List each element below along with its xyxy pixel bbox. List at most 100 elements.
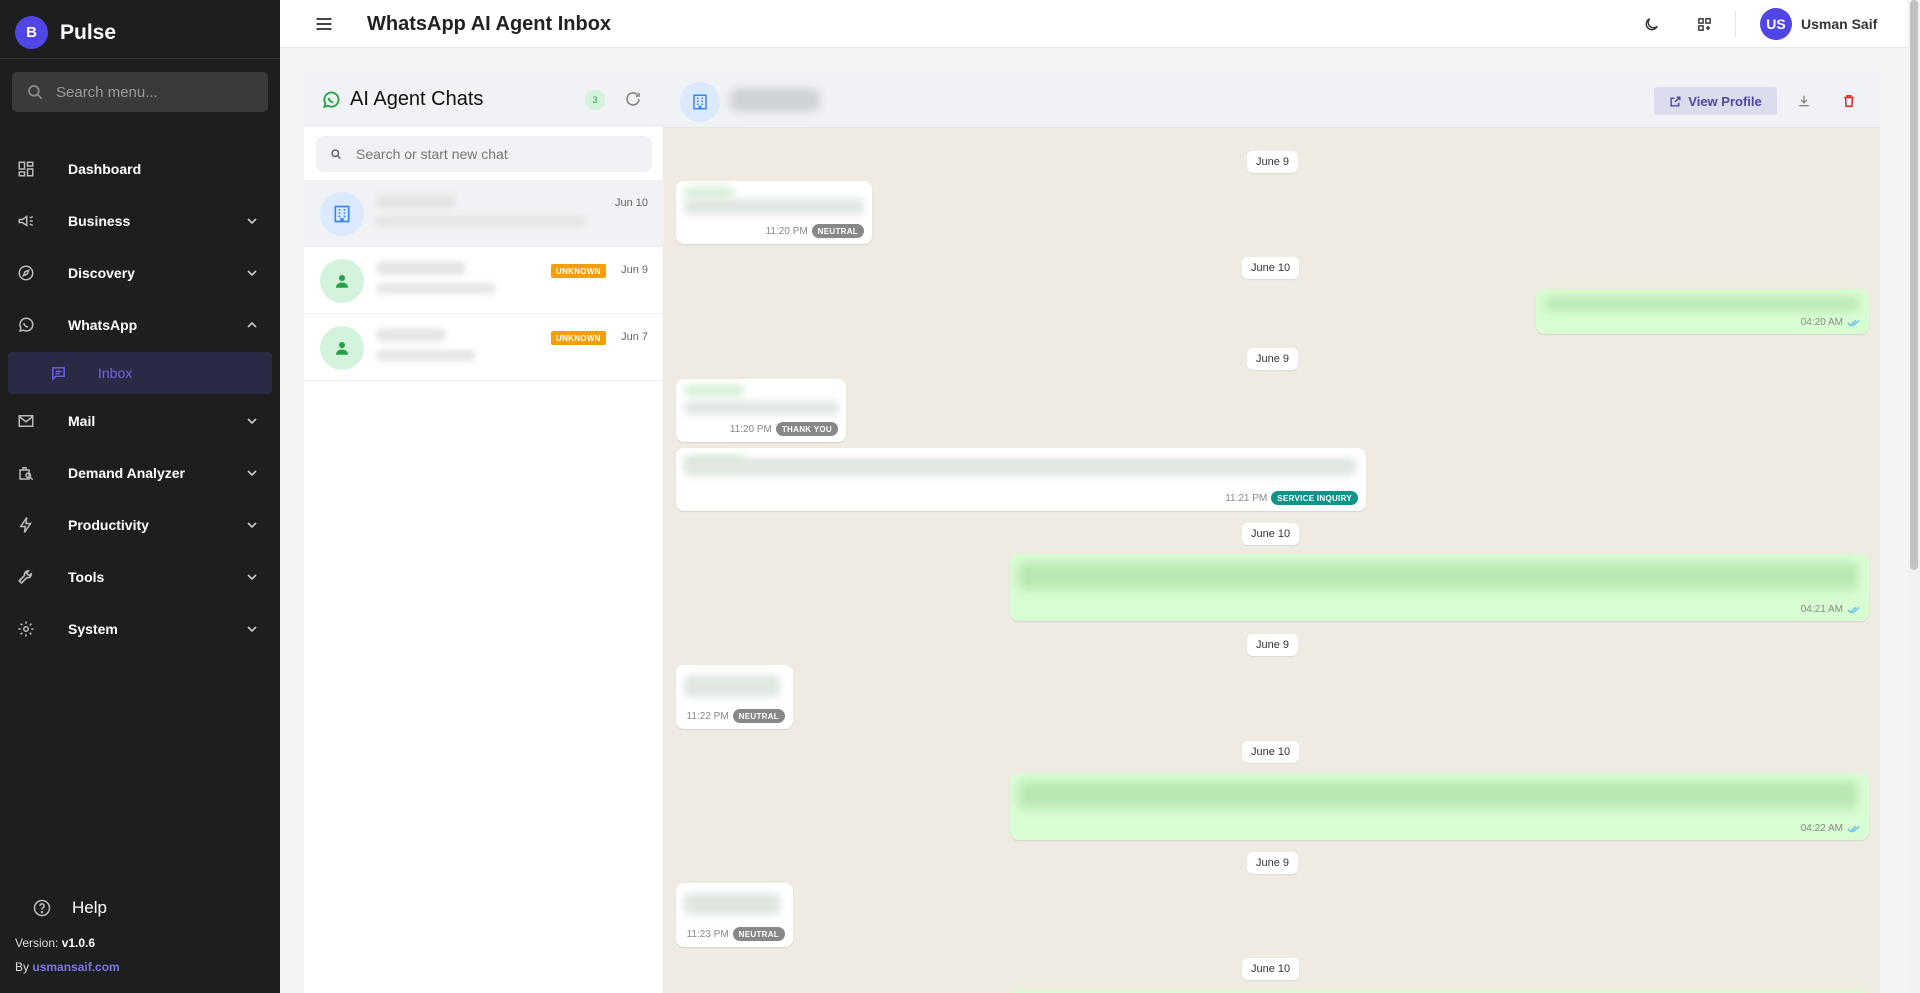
chat-date: Jun 7 [621,331,648,343]
chat-list-panel: AI Agent Chats 3 Jun 10 UNKNOWN Jun 9 UN… [304,72,664,993]
sidebar-item-label: Productivity [68,517,149,533]
sidebar-item-label: WhatsApp [68,317,138,333]
view-profile-button[interactable]: View Profile [1654,87,1777,115]
incoming-message: 11:22 PM NEUTRAL [676,665,793,729]
blurred-message-text [1544,297,1860,311]
by-label: By [15,960,30,974]
date-separator: June 9 [1247,151,1299,173]
date-separator: June 9 [1247,852,1299,874]
chat-list-item[interactable]: UNKNOWN Jun 7 [304,314,664,381]
chat-date: Jun 9 [621,264,648,276]
message-meta: 11:22 PM NEUTRAL [687,709,785,723]
message-meta: 04:20 AM [1801,317,1861,328]
message-time: 04:21 AM [1800,604,1843,615]
chat-search-input[interactable] [356,146,636,162]
sidebar: B Pulse Dashboard Business Discovery Wha… [0,0,280,993]
help-label: Help [72,898,107,917]
date-separator: June 10 [1242,257,1300,279]
help-icon [33,899,51,917]
dark-mode-toggle-icon[interactable] [1641,14,1661,34]
incoming-message: 11:23 PM NEUTRAL [676,883,793,947]
message-meta: 04:22 AM [1801,823,1861,834]
blurred-contact-name [376,194,456,208]
sentiment-tag: NEUTRAL [732,709,785,723]
message-time: 11:21 PM [1225,492,1268,504]
message-time: 11:20 PM [729,423,772,435]
chat-list-title: AI Agent Chats [350,88,484,110]
blurred-message-preview [376,350,476,361]
chevron-down-icon [242,263,262,283]
author-link[interactable]: usmansaif.com [32,960,119,974]
mail-icon [16,411,36,431]
sidebar-item-label: System [68,621,118,637]
top-header: WhatsApp AI Agent Inbox US Usman Saif [280,0,1908,48]
sidebar-item-business[interactable]: Business [0,201,280,241]
delete-icon[interactable] [1840,92,1858,110]
sidebar-item-productivity[interactable]: Productivity [0,505,280,545]
user-name[interactable]: Usman Saif [1801,16,1877,32]
chevron-down-icon [242,515,262,535]
message-time: 11:20 PM [765,225,808,237]
page-scrollbar[interactable] [1908,0,1920,993]
business-avatar[interactable] [680,82,720,122]
whatsapp-icon [16,315,36,335]
contact-avatar [320,259,364,303]
blurred-message-text [684,199,864,215]
double-check-icon [1847,319,1860,327]
sidebar-item-demand-analyzer[interactable]: Demand Analyzer [0,453,280,493]
whatsapp-icon [322,91,340,108]
brand-logo: B [15,16,48,49]
person-icon [336,342,348,355]
search-icon [331,149,342,160]
blurred-contact-name [730,88,820,112]
blurred-message-text [1018,781,1858,809]
incoming-message: 11:21 PM SERVICE INQUIRY [676,448,1366,511]
sidebar-item-tools[interactable]: Tools [0,557,280,597]
sidebar-item-label: Demand Analyzer [68,465,185,481]
sidebar-search[interactable] [12,72,268,112]
byline: By usmansaif.com [15,960,120,974]
apps-grid-icon[interactable] [1694,14,1714,34]
chat-list-header: AI Agent Chats 3 [304,72,664,126]
date-separator: June 9 [1247,634,1299,656]
menu-toggle-icon[interactable] [314,14,334,34]
double-check-icon [1847,606,1860,614]
sidebar-item-whatsapp[interactable]: WhatsApp [0,305,280,345]
sidebar-item-system[interactable]: System [0,609,280,649]
message-meta: 04:21 AM [1801,604,1861,615]
sidebar-item-dashboard[interactable]: Dashboard [0,149,280,189]
outgoing-message: 04:21 AM [1010,554,1869,621]
chat-date: Jun 10 [614,197,648,209]
blurred-message-text [1018,562,1858,590]
brand[interactable]: B Pulse [15,16,116,49]
user-avatar[interactable]: US [1760,8,1792,40]
unknown-badge: UNKNOWN [551,264,606,278]
help-link[interactable]: Help [32,898,107,918]
blurred-message-text [684,458,1356,476]
chat-list-item[interactable]: UNKNOWN Jun 9 [304,247,664,314]
business-avatar [320,192,364,236]
blurred-message-text [684,401,839,415]
blurred-message-text [684,675,780,697]
sidebar-search-input[interactable] [56,83,256,101]
message-meta: 11:20 PM NEUTRAL [766,224,864,238]
scrollbar-thumb[interactable] [1910,0,1918,570]
gear-icon [16,619,36,639]
chat-list-item[interactable]: Jun 10 [304,180,664,247]
message-meta: 11:23 PM NEUTRAL [687,927,785,941]
sidebar-item-discovery[interactable]: Discovery [0,253,280,293]
chat-icon [48,363,68,383]
chat-search[interactable] [316,136,652,172]
chevron-down-icon [242,411,262,431]
download-icon[interactable] [1795,92,1813,110]
date-separator: June 10 [1242,741,1300,763]
sidebar-item-inbox[interactable]: Inbox [8,352,272,394]
sidebar-item-mail[interactable]: Mail [0,401,280,441]
refresh-icon[interactable] [624,90,642,108]
compass-icon [16,263,36,283]
dashboard-icon [16,159,36,179]
version-label: Version: [15,936,59,950]
sentiment-tag: NEUTRAL [732,927,785,941]
chevron-up-icon [242,315,262,335]
blurred-sender [684,187,734,199]
